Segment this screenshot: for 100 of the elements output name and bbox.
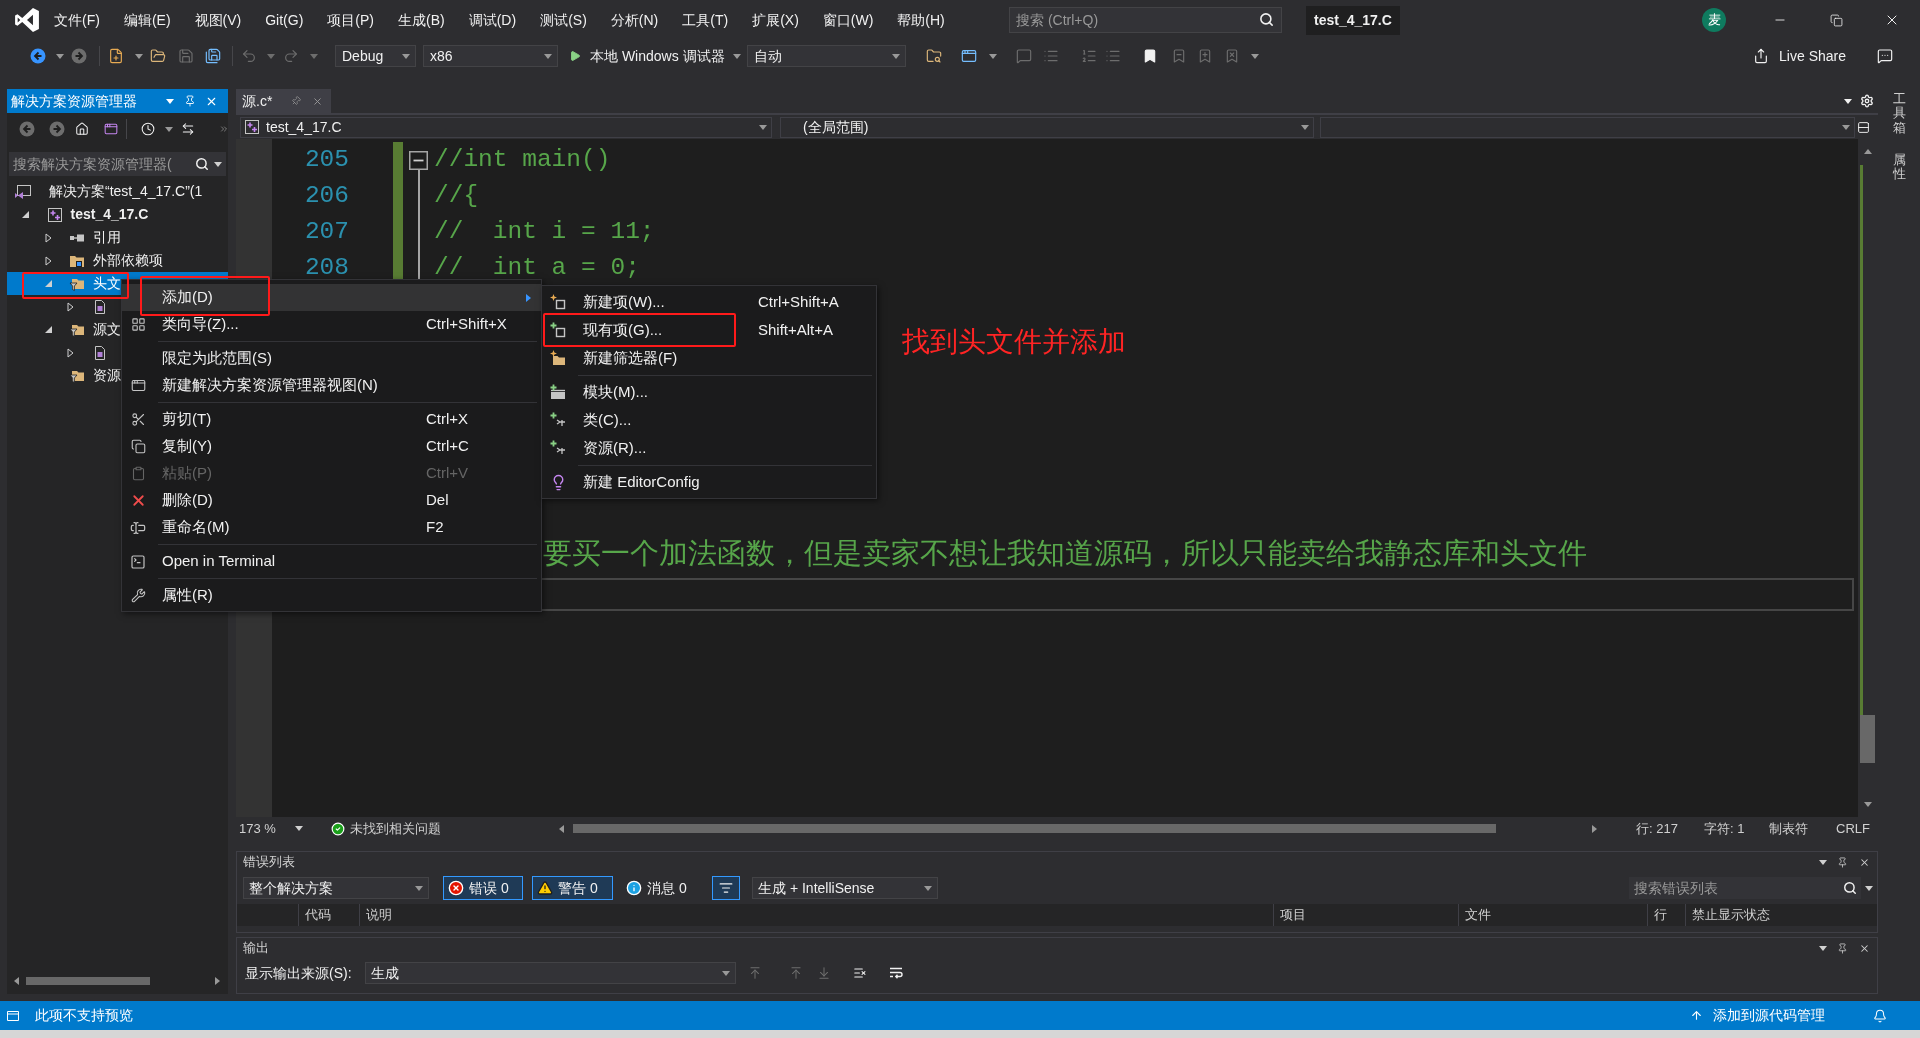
search-field[interactable]: 搜索解决方案资源管理器(: [9, 152, 226, 176]
menu-item[interactable]: 生成(B): [386, 5, 457, 35]
scrollbar-thumb[interactable]: [573, 824, 1496, 833]
menu-item[interactable]: 属性(R): [122, 582, 541, 609]
menu-item[interactable]: 删除(D) Del: [122, 487, 541, 514]
pin-icon[interactable]: [1837, 942, 1848, 954]
menu-item[interactable]: 复制(Y) Ctrl+C: [122, 433, 541, 460]
save-all-icon[interactable]: [205, 48, 221, 64]
filter-toggle[interactable]: 警告 0: [532, 876, 613, 900]
tree-item[interactable]: 资源: [7, 364, 123, 387]
dropdown-arrow-icon[interactable]: [56, 53, 64, 59]
expanded-caret-icon[interactable]: [44, 326, 52, 333]
start-debugging-button[interactable]: 本地 Windows 调试器: [569, 45, 725, 67]
user-avatar[interactable]: 麦: [1702, 8, 1726, 32]
notification-icon[interactable]: [1873, 1008, 1887, 1023]
column-header[interactable]: 代码: [298, 904, 359, 926]
close-icon[interactable]: [1859, 942, 1870, 954]
menu-item[interactable]: 新建 EditorConfig: [542, 468, 876, 496]
arrow-down-to-line-icon[interactable]: [816, 966, 831, 980]
dropdown-arrow-icon[interactable]: [214, 162, 222, 167]
list-icon[interactable]: [1042, 48, 1059, 64]
menu-item[interactable]: 剪切(T) Ctrl+X: [122, 406, 541, 433]
launch-option-dropdown[interactable]: 自动: [746, 45, 906, 67]
search-icon[interactable]: [1843, 881, 1857, 895]
settings-icon[interactable]: [1860, 94, 1874, 108]
platform-dropdown[interactable]: x86: [423, 45, 558, 67]
list-x-icon[interactable]: [852, 966, 867, 980]
tree-item[interactable]: 引用: [7, 226, 123, 249]
menu-item[interactable]: 新建解决方案资源管理器视图(N): [122, 372, 541, 399]
file-plus-icon[interactable]: [108, 48, 124, 64]
window-icon[interactable]: [104, 122, 118, 136]
status-text[interactable]: 未找到相关问题: [350, 818, 441, 839]
collapsed-caret-icon[interactable]: [44, 255, 52, 266]
collapsed-caret-icon[interactable]: [67, 347, 74, 358]
menu-item[interactable]: 工具(T): [670, 5, 741, 35]
menu-item[interactable]: 帮助(H): [885, 5, 957, 35]
zoom-dropdown[interactable]: 173 %: [236, 818, 331, 839]
menu-item[interactable]: 文件(F): [42, 5, 112, 35]
source-dropdown[interactable]: 生成 + IntelliSense: [752, 877, 938, 899]
column-header[interactable]: 行: [1647, 904, 1685, 926]
menu-item[interactable]: 窗口(W): [810, 5, 886, 35]
collapse-icon[interactable]: [409, 151, 428, 170]
status-text[interactable]: CRLF: [1836, 818, 1870, 839]
scope-dropdown[interactable]: (全局范围): [780, 116, 1314, 138]
arrow-up-to-line-icon[interactable]: [788, 966, 803, 980]
menu-item[interactable]: 新建项(W)... Ctrl+Shift+A: [542, 288, 876, 316]
close-icon[interactable]: [1859, 856, 1870, 868]
column-header[interactable]: 文件: [1458, 904, 1647, 926]
pin-icon[interactable]: [1837, 856, 1848, 868]
menu-item[interactable]: 新建筛选器(F): [542, 344, 876, 372]
search-icon[interactable]: [1259, 12, 1274, 27]
menu-item[interactable]: 视图(V): [182, 5, 254, 35]
forward-icon[interactable]: [49, 121, 65, 137]
menu-item[interactable]: 测试(S): [528, 5, 599, 35]
menu-item[interactable]: 限定为此范围(S): [122, 345, 541, 372]
dropdown-arrow-icon[interactable]: [1844, 98, 1852, 104]
dropdown-arrow-icon[interactable]: [988, 53, 997, 59]
menu-item[interactable]: 添加(D): [122, 284, 541, 311]
menu-item[interactable]: Open in Terminal: [122, 548, 541, 575]
split-icon[interactable]: [1857, 120, 1870, 134]
dropdown-arrow-icon[interactable]: [135, 53, 143, 59]
undo-icon[interactable]: [241, 48, 257, 64]
arrow-up-to-line-icon[interactable]: [747, 966, 762, 980]
pin-icon[interactable]: [184, 95, 196, 107]
dropdown-arrow-icon[interactable]: [1865, 885, 1873, 891]
dropdown-arrow-icon[interactable]: [732, 53, 741, 59]
menu-item[interactable]: 编辑(E): [111, 5, 183, 35]
window-icon[interactable]: [960, 48, 977, 64]
search-field[interactable]: 搜索错误列表: [1629, 877, 1861, 899]
scrollbar-thumb[interactable]: [1860, 715, 1875, 763]
search-icon[interactable]: [195, 157, 209, 171]
arrow-left-right-icon[interactable]: [181, 122, 195, 136]
dropdown-arrow-icon[interactable]: [165, 126, 173, 132]
project-dropdown[interactable]: test_4_17.C: [240, 116, 772, 138]
speech-bubble-icon[interactable]: [1015, 48, 1032, 64]
configuration-dropdown[interactable]: Debug: [335, 45, 416, 67]
menu-item[interactable]: Git(G): [253, 5, 316, 35]
collapsed-caret-icon[interactable]: [44, 232, 52, 243]
output-source-dropdown[interactable]: 生成: [364, 962, 736, 984]
word-wrap-icon[interactable]: [888, 966, 903, 980]
dropdown-arrow-icon[interactable]: [1819, 859, 1827, 865]
open-folder-icon[interactable]: [150, 48, 166, 64]
menu-item[interactable]: 现有项(G)... Shift+Alt+A: [542, 316, 876, 344]
menu-item[interactable]: 扩展(X): [740, 5, 811, 35]
collapsed-caret-icon[interactable]: [67, 301, 74, 312]
tree-item[interactable]: 外部依赖项: [7, 249, 165, 272]
side-tab[interactable]: 属性: [1892, 152, 1906, 182]
menu-item[interactable]: 分析(N): [598, 5, 671, 35]
tree-item[interactable]: 源文: [7, 318, 123, 341]
back-icon[interactable]: [19, 121, 35, 137]
chat-bubble-icon[interactable]: [1877, 48, 1893, 64]
menu-item[interactable]: 调试(D): [456, 5, 529, 35]
menu-item[interactable]: 类向导(Z)... Ctrl+Shift+X: [122, 311, 541, 338]
expanded-caret-icon[interactable]: [22, 211, 29, 218]
column-header[interactable]: 说明: [359, 904, 1273, 926]
save-icon[interactable]: [178, 48, 194, 64]
status-text[interactable]: 制表符: [1769, 818, 1836, 839]
menu-item[interactable]: 类(C)...: [542, 406, 876, 434]
scrollbar-thumb[interactable]: [26, 977, 150, 985]
home-icon[interactable]: [75, 122, 89, 136]
